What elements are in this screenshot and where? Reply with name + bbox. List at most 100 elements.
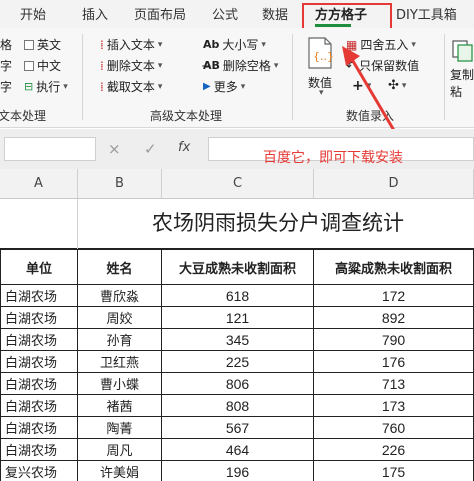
paste-label: 粘: [450, 85, 463, 99]
table-cell[interactable]: 卫红燕: [78, 351, 162, 373]
table-cell[interactable]: 褚茜: [78, 395, 162, 417]
chevron-down-icon: ▾: [273, 60, 279, 71]
table-cell[interactable]: 白湖农场: [0, 329, 78, 351]
table-cell[interactable]: 周姣: [78, 307, 162, 329]
ribbon-item-label: 字: [0, 80, 13, 94]
chevron-down-icon: ▾: [319, 88, 324, 98]
column-header-a[interactable]: A: [0, 169, 78, 199]
table-header-cell[interactable]: 高粱成熟未收割面积: [314, 249, 474, 285]
chevron-down-icon: ▾: [240, 81, 246, 92]
ribbon-separator: [292, 34, 293, 120]
insert-text-icon: ⁞: [100, 37, 104, 52]
tab-diy-toolbox[interactable]: DIY工具箱: [396, 4, 457, 23]
checkbox-icon: [24, 60, 34, 71]
copy-label: 复制: [450, 68, 474, 82]
table-cell[interactable]: 白湖农场: [0, 395, 78, 417]
checkbox-label: 英文: [37, 38, 62, 52]
table-cell[interactable]: 陶菁: [78, 417, 162, 439]
copy-paste-button[interactable]: 复制 粘: [450, 38, 474, 104]
table-cell[interactable]: 225: [162, 351, 314, 373]
table-cell[interactable]: 760: [314, 417, 474, 439]
table-cell[interactable]: 567: [162, 417, 314, 439]
table-cell[interactable]: 806: [162, 373, 314, 395]
table-cell[interactable]: 196: [162, 461, 314, 481]
column-header-d[interactable]: D: [314, 169, 474, 199]
chevron-down-icon: ▾: [157, 39, 163, 50]
table-cell[interactable]: 周凡: [78, 439, 162, 461]
extract-text-label: 截取文本: [106, 80, 155, 94]
column-header-c[interactable]: C: [162, 169, 314, 199]
case-button[interactable]: Ab 大小写 ▾: [203, 36, 266, 53]
table-cell[interactable]: 曹欣淼: [78, 285, 162, 307]
cancel-icon[interactable]: ×: [108, 140, 121, 158]
table-cell[interactable]: 345: [162, 329, 314, 351]
table-header-cell[interactable]: 单位: [0, 249, 78, 285]
table-cell[interactable]: 173: [314, 395, 474, 417]
table-header-cell[interactable]: 大豆成熟未收割面积: [162, 249, 314, 285]
table-cell[interactable]: 复兴农场: [0, 461, 78, 481]
table-cell[interactable]: 175: [314, 461, 474, 481]
table-cell[interactable]: 许美娟: [78, 461, 162, 481]
table-cell[interactable]: 孙育: [78, 329, 162, 351]
table-cell[interactable]: 白湖农场: [0, 285, 78, 307]
table-cell[interactable]: 白湖农场: [0, 417, 78, 439]
tab-page-layout[interactable]: 页面布局: [134, 4, 186, 23]
ribbon-item-cut-3[interactable]: 字: [0, 78, 12, 95]
execute-icon: ⊟: [24, 80, 34, 93]
table-cell[interactable]: 176: [314, 351, 474, 373]
column-header-b[interactable]: B: [78, 169, 162, 199]
chevron-down-icon: ▾: [157, 60, 163, 71]
insert-text-label: 插入文本: [106, 38, 155, 52]
group-label-advanced-text: 高级文本处理: [150, 109, 223, 123]
ribbon-separator: [82, 34, 83, 120]
tab-home[interactable]: 开始: [20, 4, 46, 23]
ribbon-item-label: 字: [0, 59, 13, 73]
table-cell[interactable]: 226: [314, 439, 474, 461]
chevron-down-icon: ▾: [63, 81, 68, 92]
ribbon-separator: [444, 34, 445, 120]
table-cell[interactable]: 白湖农场: [0, 351, 78, 373]
tab-formulas[interactable]: 公式: [212, 4, 238, 23]
delete-spaces-button[interactable]: A̶B 删除空格 ▾: [203, 57, 278, 74]
delete-text-button[interactable]: ⁞ 删除文本 ▾: [100, 57, 162, 74]
name-box[interactable]: [4, 137, 96, 161]
checkbox-chinese[interactable]: 中文: [24, 57, 61, 74]
more-button[interactable]: ▶ 更多 ▾: [203, 78, 245, 95]
highlight-box: [302, 3, 392, 30]
tab-data[interactable]: 数据: [262, 4, 288, 23]
delete-spaces-label: 删除空格: [222, 59, 271, 73]
confirm-icon[interactable]: ✓: [144, 140, 157, 158]
annotation-text: 百度它，即可下载安装: [263, 150, 403, 166]
execute-label: 执行: [36, 80, 61, 94]
table-cell[interactable]: 172: [314, 285, 474, 307]
table-cell[interactable]: 121: [162, 307, 314, 329]
checkbox-label: 中文: [37, 59, 62, 73]
delete-text-icon: ⁞: [100, 58, 104, 73]
ribbon-item-cut-1[interactable]: 格: [0, 36, 12, 53]
table-cell[interactable]: 464: [162, 439, 314, 461]
delete-text-label: 删除文本: [106, 59, 155, 73]
checkbox-english[interactable]: 英文: [24, 36, 61, 53]
tab-insert[interactable]: 插入: [82, 4, 108, 23]
title-row-spacer: [0, 199, 78, 249]
extract-text-button[interactable]: ⁞ 截取文本 ▾: [100, 78, 162, 95]
insert-text-button[interactable]: ⁞ 插入文本 ▾: [100, 36, 162, 53]
table-cell[interactable]: 790: [314, 329, 474, 351]
chevron-down-icon: ▾: [157, 81, 163, 92]
table-cell[interactable]: 713: [314, 373, 474, 395]
ribbon-item-label: 格: [0, 38, 13, 52]
copy-icon: [452, 40, 473, 62]
case-icon: Ab: [203, 38, 220, 51]
table-cell[interactable]: 曹小蝶: [78, 373, 162, 395]
table-header-cell[interactable]: 姓名: [78, 249, 162, 285]
ribbon-tab-bar: 开始 插入 页面布局 公式 数据 方方格子 DIY工具箱: [0, 0, 474, 28]
table-cell[interactable]: 白湖农场: [0, 307, 78, 329]
fx-icon[interactable]: fx: [178, 140, 190, 155]
table-cell[interactable]: 白湖农场: [0, 373, 78, 395]
execute-button[interactable]: ⊟ 执行 ▾: [24, 78, 68, 95]
table-cell[interactable]: 808: [162, 395, 314, 417]
table-cell[interactable]: 618: [162, 285, 314, 307]
table-cell[interactable]: 白湖农场: [0, 439, 78, 461]
ribbon-item-cut-2[interactable]: 字: [0, 57, 12, 74]
table-cell[interactable]: 892: [314, 307, 474, 329]
